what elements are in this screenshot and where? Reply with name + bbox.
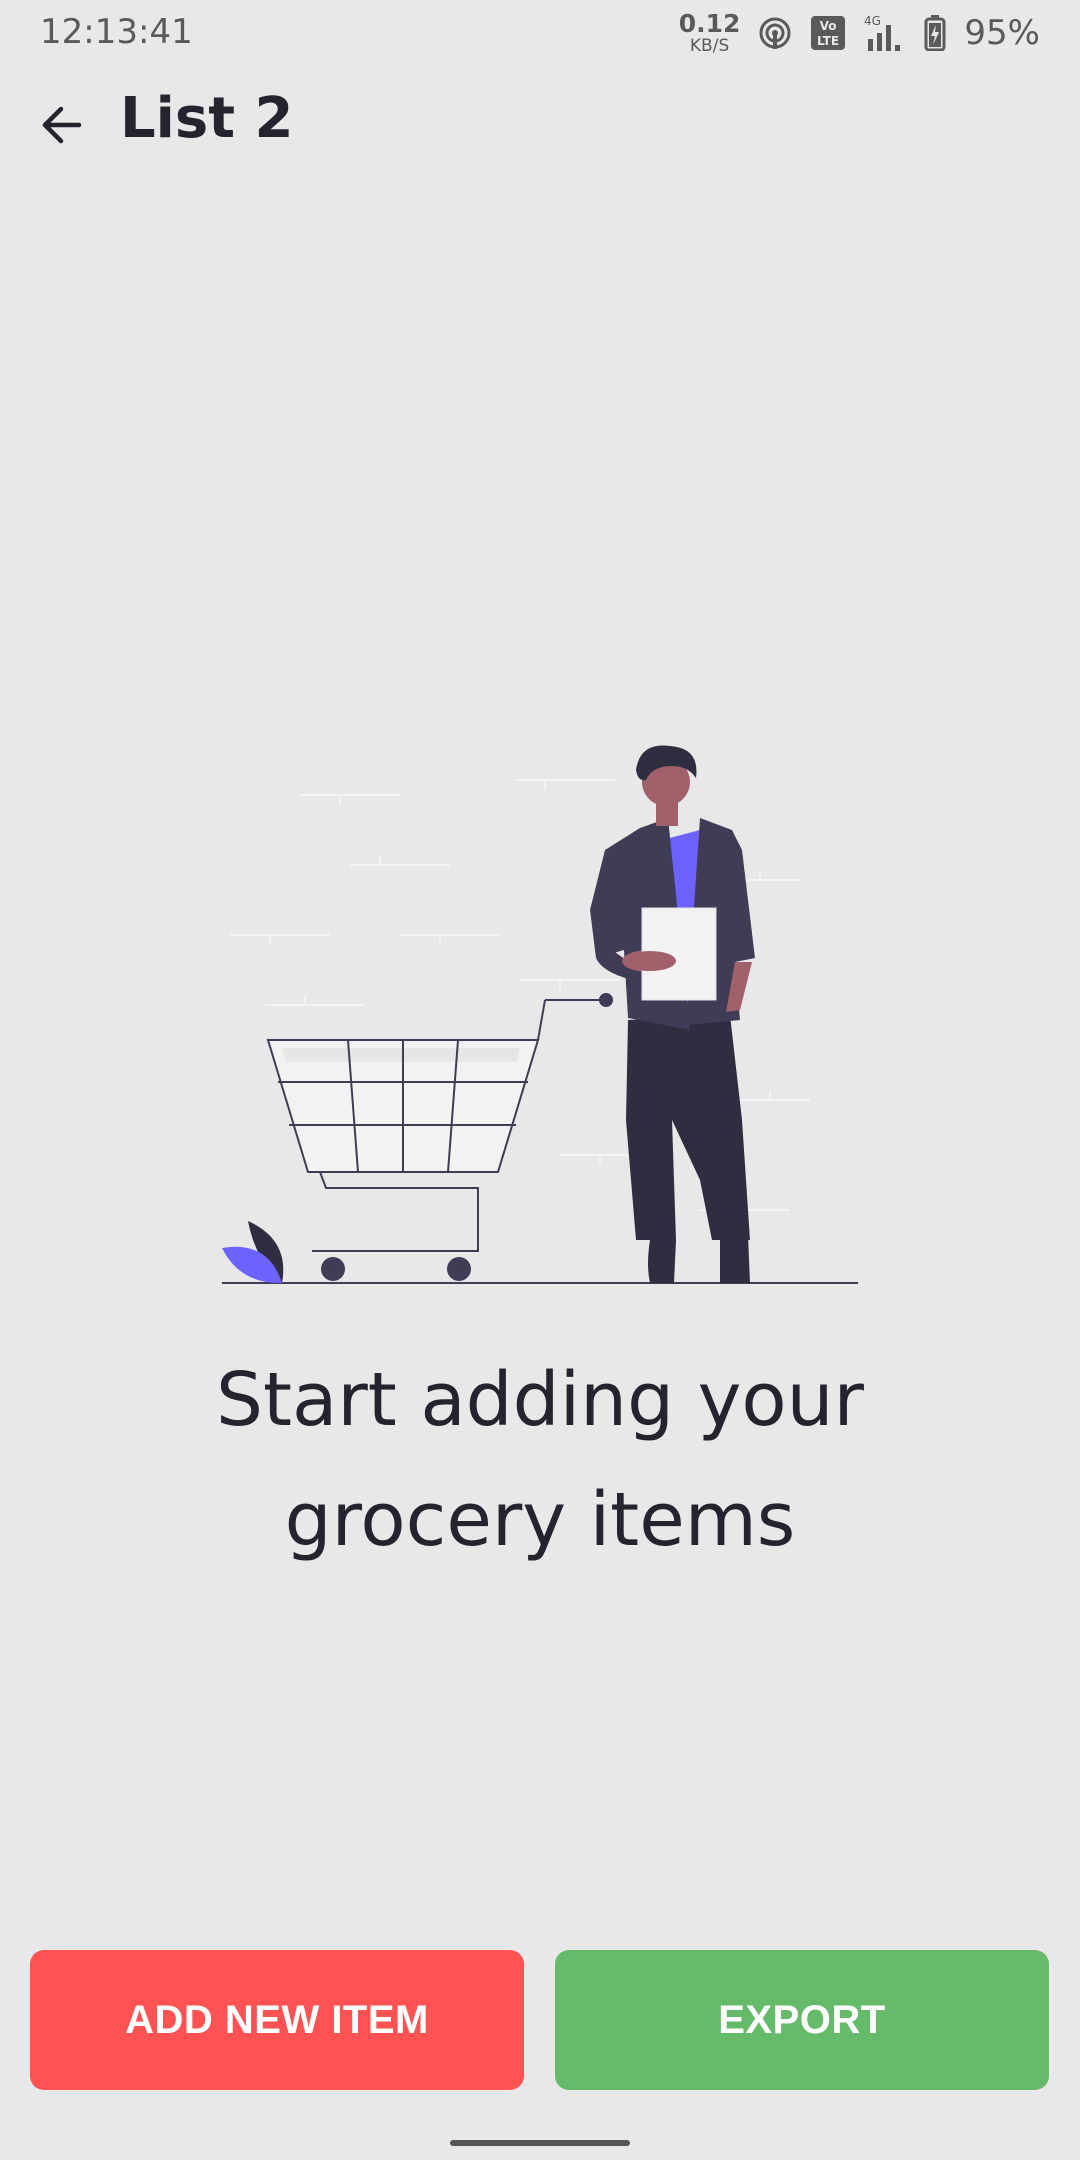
network-speed-unit: KB/S bbox=[689, 36, 730, 56]
status-time: 12:13:41 bbox=[40, 12, 193, 52]
page-title: List 2 bbox=[120, 86, 294, 151]
export-button[interactable]: EXPORT bbox=[555, 1950, 1049, 2090]
status-icons: 0.12 KB/S Vo LTE 4G 95% bbox=[679, 8, 1040, 58]
svg-text:4G: 4G bbox=[864, 14, 881, 28]
back-button[interactable] bbox=[28, 92, 94, 158]
add-new-item-button[interactable]: ADD NEW ITEM bbox=[30, 1950, 524, 2090]
svg-text:Vo: Vo bbox=[820, 19, 837, 33]
empty-state-line-1: Start adding your bbox=[216, 1357, 864, 1443]
empty-state-line-2: grocery items bbox=[284, 1477, 796, 1563]
home-indicator[interactable] bbox=[450, 2140, 630, 2146]
volte-icon: Vo LTE bbox=[810, 15, 846, 51]
empty-state-message: Start adding your grocery items bbox=[0, 1340, 1080, 1580]
empty-state-illustration bbox=[0, 700, 1080, 1300]
arrow-back-icon bbox=[42, 106, 82, 144]
signal-4g-icon: 4G bbox=[864, 13, 906, 53]
battery-percentage: 95% bbox=[964, 13, 1040, 53]
app-bar: List 2 bbox=[0, 66, 1080, 186]
hotspot-icon bbox=[758, 16, 792, 50]
network-speed: 0.12 KB/S bbox=[679, 11, 741, 55]
svg-text:LTE: LTE bbox=[817, 34, 839, 48]
network-speed-value: 0.12 bbox=[678, 9, 741, 38]
battery-icon bbox=[924, 15, 946, 51]
status-bar: 12:13:41 0.12 KB/S Vo LTE 4G 95% bbox=[0, 0, 1080, 66]
